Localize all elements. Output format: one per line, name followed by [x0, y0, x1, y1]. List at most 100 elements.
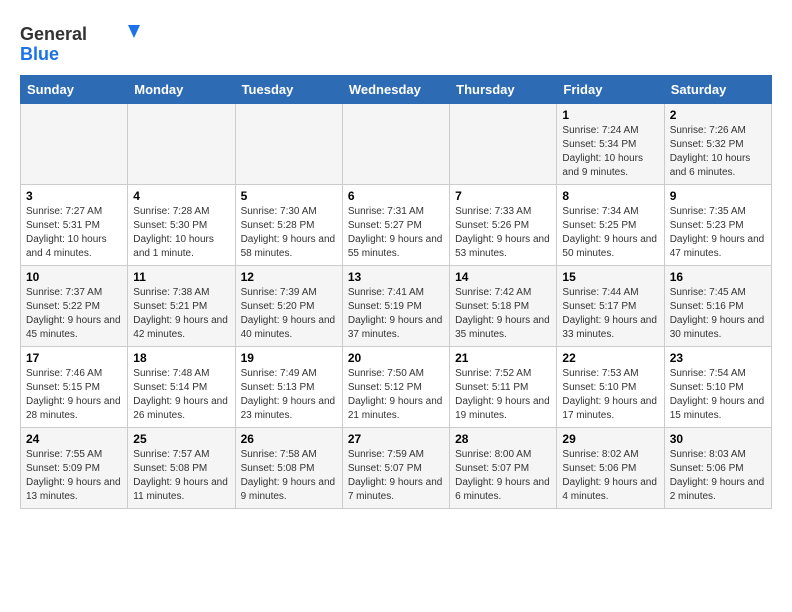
day-number: 9: [670, 189, 766, 203]
day-of-week-saturday: Saturday: [664, 76, 771, 104]
day-info: Sunrise: 7:49 AM Sunset: 5:13 PM Dayligh…: [241, 367, 337, 423]
day-info: Sunrise: 7:42 AM Sunset: 5:18 PM Dayligh…: [455, 286, 551, 342]
day-info: Sunrise: 7:33 AM Sunset: 5:26 PM Dayligh…: [455, 205, 551, 261]
day-info: Sunrise: 8:03 AM Sunset: 5:06 PM Dayligh…: [670, 448, 766, 504]
calendar-cell: 20Sunrise: 7:50 AM Sunset: 5:12 PM Dayli…: [342, 347, 449, 428]
day-info: Sunrise: 7:59 AM Sunset: 5:07 PM Dayligh…: [348, 448, 444, 504]
logo-svg: General Blue: [20, 20, 150, 65]
day-info: Sunrise: 7:28 AM Sunset: 5:30 PM Dayligh…: [133, 205, 229, 261]
calendar-cell: 13Sunrise: 7:41 AM Sunset: 5:19 PM Dayli…: [342, 266, 449, 347]
calendar-cell: 21 Sunrise: 7:52 AM Sunset: 5:11 PM Dayli…: [450, 347, 557, 428]
day-info: Sunrise: 7:55 AM Sunset: 5:09 PM Dayligh…: [26, 448, 122, 504]
calendar-cell: 27 Sunrise: 7:59 AM Sunset: 5:07 PM Dayli…: [342, 428, 449, 509]
day-info: Sunrise: 7:45 AM Sunset: 5:16 PM Dayligh…: [670, 286, 766, 342]
day-number: 21: [455, 351, 551, 365]
calendar-cell: 8 Sunrise: 7:34 AM Sunset: 5:25 PM Daylig…: [557, 185, 664, 266]
day-number: 2: [670, 108, 766, 122]
day-number: 3: [26, 189, 122, 203]
svg-text:General: General: [20, 24, 87, 44]
calendar-week-row: 3 Sunrise: 7:27 AM Sunset: 5:31 PM Daylig…: [21, 185, 772, 266]
calendar-week-row: 1Sunrise: 7:24 AM Sunset: 5:34 PM Daylig…: [21, 104, 772, 185]
calendar-cell: 30 Sunrise: 8:03 AM Sunset: 5:06 PM Dayli…: [664, 428, 771, 509]
calendar-cell: [128, 104, 235, 185]
day-number: 24: [26, 432, 122, 446]
day-info: Sunrise: 7:37 AM Sunset: 5:22 PM Dayligh…: [26, 286, 122, 342]
calendar-cell: 22Sunrise: 7:53 AM Sunset: 5:10 PM Dayli…: [557, 347, 664, 428]
day-info: Sunrise: 7:38 AM Sunset: 5:21 PM Dayligh…: [133, 286, 229, 342]
calendar-cell: 29 Sunrise: 8:02 AM Sunset: 5:06 PM Dayli…: [557, 428, 664, 509]
calendar-cell: 16Sunrise: 7:45 AM Sunset: 5:16 PM Dayli…: [664, 266, 771, 347]
logo: General Blue: [20, 20, 150, 65]
day-of-week-friday: Friday: [557, 76, 664, 104]
day-info: Sunrise: 7:50 AM Sunset: 5:12 PM Dayligh…: [348, 367, 444, 423]
calendar-cell: [21, 104, 128, 185]
day-info: Sunrise: 7:34 AM Sunset: 5:25 PM Dayligh…: [562, 205, 658, 261]
day-number: 11: [133, 270, 229, 284]
day-number: 1: [562, 108, 658, 122]
calendar-cell: 18 Sunrise: 7:48 AM Sunset: 5:14 PM Dayli…: [128, 347, 235, 428]
day-number: 29: [562, 432, 658, 446]
day-number: 8: [562, 189, 658, 203]
calendar-cell: [235, 104, 342, 185]
day-number: 17: [26, 351, 122, 365]
day-info: Sunrise: 7:41 AM Sunset: 5:19 PM Dayligh…: [348, 286, 444, 342]
day-info: Sunrise: 7:27 AM Sunset: 5:31 PM Dayligh…: [26, 205, 122, 261]
calendar-cell: 7Sunrise: 7:33 AM Sunset: 5:26 PM Daylig…: [450, 185, 557, 266]
day-number: 26: [241, 432, 337, 446]
page-header: General Blue: [20, 20, 772, 65]
calendar-cell: 14Sunrise: 7:42 AM Sunset: 5:18 PM Dayli…: [450, 266, 557, 347]
day-number: 15: [562, 270, 658, 284]
day-info: Sunrise: 7:58 AM Sunset: 5:08 PM Dayligh…: [241, 448, 337, 504]
calendar-cell: 19 Sunrise: 7:49 AM Sunset: 5:13 PM Dayli…: [235, 347, 342, 428]
day-number: 27: [348, 432, 444, 446]
day-of-week-monday: Monday: [128, 76, 235, 104]
calendar-cell: 2 Sunrise: 7:26 AM Sunset: 5:32 PM Daylig…: [664, 104, 771, 185]
day-number: 12: [241, 270, 337, 284]
calendar-cell: 26 Sunrise: 7:58 AM Sunset: 5:08 PM Dayli…: [235, 428, 342, 509]
day-of-week-wednesday: Wednesday: [342, 76, 449, 104]
day-info: Sunrise: 7:35 AM Sunset: 5:23 PM Dayligh…: [670, 205, 766, 261]
calendar-cell: 4 Sunrise: 7:28 AM Sunset: 5:30 PM Daylig…: [128, 185, 235, 266]
day-info: Sunrise: 7:54 AM Sunset: 5:10 PM Dayligh…: [670, 367, 766, 423]
calendar-week-row: 17 Sunrise: 7:46 AM Sunset: 5:15 PM Dayli…: [21, 347, 772, 428]
calendar-table: SundayMondayTuesdayWednesdayThursdayFrid…: [20, 75, 772, 509]
calendar-week-row: 10 Sunrise: 7:37 AM Sunset: 5:22 PM Dayli…: [21, 266, 772, 347]
calendar-cell: 6 Sunrise: 7:31 AM Sunset: 5:27 PM Daylig…: [342, 185, 449, 266]
day-number: 19: [241, 351, 337, 365]
calendar-cell: 10 Sunrise: 7:37 AM Sunset: 5:22 PM Dayli…: [21, 266, 128, 347]
calendar-cell: 23Sunrise: 7:54 AM Sunset: 5:10 PM Dayli…: [664, 347, 771, 428]
calendar-cell: 25 Sunrise: 7:57 AM Sunset: 5:08 PM Dayli…: [128, 428, 235, 509]
day-number: 10: [26, 270, 122, 284]
calendar-cell: 17 Sunrise: 7:46 AM Sunset: 5:15 PM Dayli…: [21, 347, 128, 428]
day-number: 25: [133, 432, 229, 446]
day-info: Sunrise: 7:52 AM Sunset: 5:11 PM Dayligh…: [455, 367, 551, 423]
calendar-week-row: 24 Sunrise: 7:55 AM Sunset: 5:09 PM Dayli…: [21, 428, 772, 509]
day-info: Sunrise: 7:44 AM Sunset: 5:17 PM Dayligh…: [562, 286, 658, 342]
day-info: Sunrise: 7:46 AM Sunset: 5:15 PM Dayligh…: [26, 367, 122, 423]
day-info: Sunrise: 8:02 AM Sunset: 5:06 PM Dayligh…: [562, 448, 658, 504]
day-info: Sunrise: 7:26 AM Sunset: 5:32 PM Dayligh…: [670, 124, 766, 180]
calendar-cell: [342, 104, 449, 185]
day-info: Sunrise: 7:30 AM Sunset: 5:28 PM Dayligh…: [241, 205, 337, 261]
day-info: Sunrise: 7:39 AM Sunset: 5:20 PM Dayligh…: [241, 286, 337, 342]
day-number: 22: [562, 351, 658, 365]
calendar-cell: 28Sunrise: 8:00 AM Sunset: 5:07 PM Dayli…: [450, 428, 557, 509]
calendar-cell: 15 Sunrise: 7:44 AM Sunset: 5:17 PM Dayli…: [557, 266, 664, 347]
day-info: Sunrise: 7:48 AM Sunset: 5:14 PM Dayligh…: [133, 367, 229, 423]
day-number: 28: [455, 432, 551, 446]
day-of-week-tuesday: Tuesday: [235, 76, 342, 104]
day-number: 6: [348, 189, 444, 203]
calendar-header-row: SundayMondayTuesdayWednesdayThursdayFrid…: [21, 76, 772, 104]
calendar-cell: 24 Sunrise: 7:55 AM Sunset: 5:09 PM Dayli…: [21, 428, 128, 509]
calendar-cell: 12 Sunrise: 7:39 AM Sunset: 5:20 PM Dayli…: [235, 266, 342, 347]
svg-text:Blue: Blue: [20, 44, 59, 64]
calendar-cell: 1Sunrise: 7:24 AM Sunset: 5:34 PM Daylig…: [557, 104, 664, 185]
day-number: 18: [133, 351, 229, 365]
calendar-cell: 5Sunrise: 7:30 AM Sunset: 5:28 PM Daylig…: [235, 185, 342, 266]
calendar-cell: 9 Sunrise: 7:35 AM Sunset: 5:23 PM Daylig…: [664, 185, 771, 266]
day-info: Sunrise: 7:57 AM Sunset: 5:08 PM Dayligh…: [133, 448, 229, 504]
day-number: 30: [670, 432, 766, 446]
day-number: 4: [133, 189, 229, 203]
calendar-cell: [450, 104, 557, 185]
day-info: Sunrise: 7:31 AM Sunset: 5:27 PM Dayligh…: [348, 205, 444, 261]
